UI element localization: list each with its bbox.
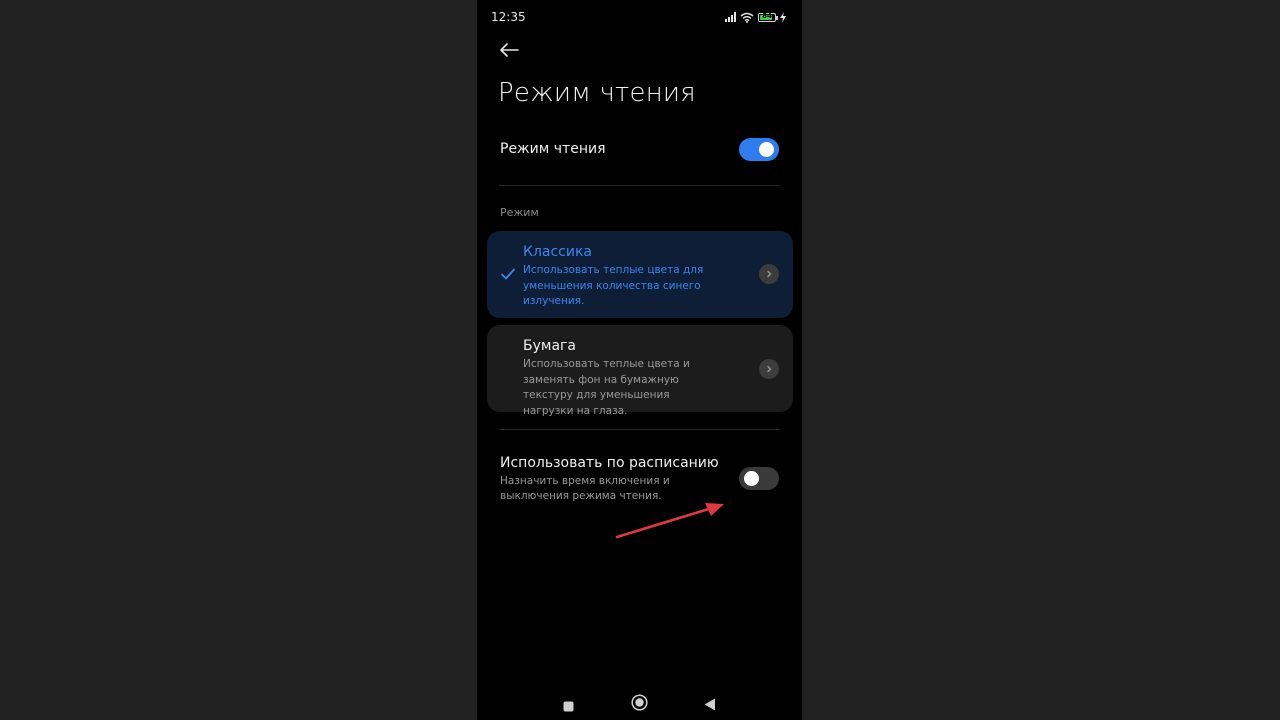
divider	[499, 429, 780, 430]
square-icon	[563, 701, 574, 712]
mode-option-title: Бумага	[523, 338, 576, 354]
circle-home-icon	[631, 694, 648, 711]
reading-mode-toggle[interactable]	[739, 138, 779, 161]
navigation-bar	[477, 680, 802, 720]
divider	[499, 185, 780, 186]
reading-mode-row[interactable]: Режим чтения	[477, 128, 802, 172]
arrow-left-icon	[500, 43, 519, 57]
status-time: 12:35	[491, 10, 526, 24]
reading-mode-label: Режим чтения	[500, 141, 606, 157]
mode-option-description: Использовать теплые цвета и заменять фон…	[523, 358, 690, 417]
check-icon	[501, 268, 515, 280]
status-icons: 84	[725, 10, 786, 24]
battery-icon: 84	[758, 11, 778, 22]
back-nav-button[interactable]	[704, 696, 716, 715]
charging-bolt-icon	[780, 11, 786, 23]
home-button[interactable]	[631, 694, 648, 715]
battery-level: 84	[762, 11, 772, 20]
back-button[interactable]	[497, 38, 521, 62]
phone-screen: 12:35 84 Режим чтения Режим чтения Режим…	[477, 0, 802, 720]
status-bar: 12:35 84	[477, 0, 802, 34]
mode-option-description: Использовать теплые цвета для уменьшения…	[523, 264, 704, 307]
chevron-right-icon[interactable]	[759, 359, 779, 379]
triangle-back-icon	[704, 698, 715, 711]
mode-option-paper[interactable]: Бумага Использовать теплые цвета и замен…	[487, 325, 793, 417]
schedule-title: Использовать по расписанию	[500, 455, 719, 471]
wifi-icon	[740, 12, 754, 23]
chevron-right-icon[interactable]	[759, 264, 779, 284]
mode-option-title: Классика	[523, 244, 592, 260]
schedule-toggle[interactable]	[739, 467, 779, 490]
recent-apps-button[interactable]	[563, 697, 574, 716]
signal-icon	[725, 12, 736, 22]
mode-section-label: Режим	[500, 206, 539, 219]
page-title: Режим чтения	[498, 78, 696, 108]
mode-option-classic[interactable]: Классика Использовать теплые цвета для у…	[487, 231, 793, 318]
schedule-description: Назначить время включения и выключения р…	[500, 475, 670, 502]
